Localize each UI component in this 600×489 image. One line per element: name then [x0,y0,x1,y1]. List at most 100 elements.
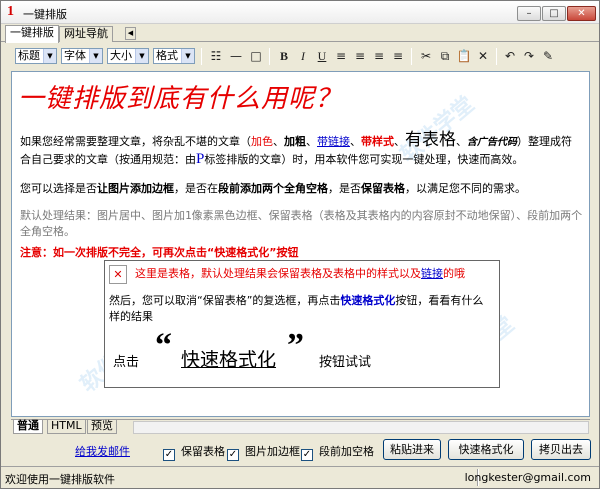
text: 、 [394,135,405,148]
bold-button[interactable]: B [275,48,293,65]
underline-button[interactable]: U [313,48,331,65]
close-button[interactable]: ✕ [567,6,596,21]
tab-one-click-format[interactable]: 一键排版 [5,25,59,43]
tab-scroll-left-icon[interactable]: ◀ [125,27,136,40]
size-select[interactable]: 大小 ▼ [107,48,149,64]
delete-icon[interactable]: ✕ [474,48,492,65]
paste-in-button[interactable]: 粘贴进来 [383,439,441,460]
text: 然后，您可以取消“保留表格”的复选框，再点击 [109,294,341,307]
checkmark-icon: ✓ [227,449,239,461]
copy-icon[interactable]: ⧉ [436,48,454,65]
close-icon: ✕ [577,8,586,19]
toolbar-divider [496,48,497,65]
align-right-icon[interactable]: ≡ [370,48,388,65]
italic-button[interactable]: I [294,48,312,65]
text: 这里是表格，默认处理结果会保留表格及表格中的样式以及 [135,267,421,280]
table-link[interactable]: 链接 [421,267,443,280]
font-select-label: 字体 [64,49,86,62]
bold-text: 保留表格 [361,182,405,195]
note-text: 注意：如一次排版不完全，可再次点击“快速格式化”按钮 [20,246,299,259]
horizontal-scrollbar[interactable] [133,421,589,434]
image-border-checkbox[interactable]: ✓ 图片加边框 [227,443,300,461]
align-center-icon[interactable]: ≡ [351,48,369,65]
sample-table: ✕ 这里是表格，默认处理结果会保留表格及表格中的样式以及链接的哦 然后，您可以取… [104,260,500,388]
size-select-label: 大小 [110,49,132,62]
format-toolbar: 标题 ▼ 字体 ▼ 大小 ▼ 格式 ▼ ☷ — □ B I U ≡ ≡ ≡ ≡ ✂ ⧉ … [11,45,591,67]
copy-out-button[interactable]: 拷贝出去 [531,439,591,460]
cut-icon[interactable]: ✂ [417,48,435,65]
table-line-2: 然后，您可以取消“保留表格”的复选框，再点击快速格式化按钮，看看有什么样的结果 [109,293,493,325]
red-text: 加色 [251,135,273,148]
toolbar-divider [411,48,412,65]
horizontal-rule-icon[interactable]: — [227,48,245,65]
ad-code-text: 含广告代码 [467,137,517,148]
title-bar: 1 一键排版 – □ ✕ [1,1,599,24]
link-text[interactable]: 带链接 [317,135,350,148]
checkbox-label: 段前加空格 [319,445,374,458]
bold-text: 段前添加两个全角空格 [218,182,328,195]
font-select[interactable]: 字体 ▼ [61,48,103,64]
tab-url-nav[interactable]: 网址导航 [59,26,113,42]
broken-image-icon: ✕ [109,265,127,284]
quick-format-button[interactable]: 快速格式化 [448,439,524,460]
text: 您可以选择是否 [20,182,97,195]
style-select[interactable]: 格式 ▼ [153,48,195,64]
editor-heading: 一键排版到底有什么用呢？ [18,84,343,113]
click-prefix: 点击 [113,355,140,370]
maximize-button[interactable]: □ [542,6,566,21]
checkmark-icon: ✓ [301,449,313,461]
quick-format-big: 快速格式化 [181,349,277,371]
app-icon: 1 [7,4,14,19]
text: 的哦 [443,267,465,280]
toolbar-divider [201,48,202,65]
mail-link[interactable]: 给我发邮件 [75,443,130,459]
text: 、 [273,135,284,148]
quote-close: ” [287,327,304,364]
tab-normal[interactable]: 普通 [13,420,43,434]
large-text: 有表格 [405,130,456,150]
window-title: 一键排版 [23,8,67,21]
box-icon[interactable]: □ [247,48,265,65]
text: 标签排版的文章）时，用本软件您可实现一键处理，快速而高效。 [204,153,524,166]
special-char-icon[interactable]: ☷ [207,48,225,65]
chevron-down-icon: ▼ [181,49,194,63]
text: ，是否在 [174,182,218,195]
text: ，是否 [328,182,361,195]
tab-html[interactable]: HTML [47,420,86,434]
paste-icon[interactable]: 📋 [455,48,473,65]
text: 如果您经常需要整理文章，将杂乱不堪的文章（ [20,135,251,148]
checkmark-icon: ✓ [163,449,175,461]
keep-table-checkbox[interactable]: ✓ 保留表格 [163,443,225,461]
text: 、 [350,135,361,148]
styled-text: 带样式 [361,135,394,148]
text: ，以满足您不同的需求。 [405,182,526,195]
align-left-icon[interactable]: ≡ [332,48,350,65]
style-select-label: 格式 [156,49,178,62]
tab-preview[interactable]: 预览 [87,420,117,434]
options-paragraph: 您可以选择是否让图片添加边框，是否在段前添加两个全角空格，是否保留表格，以满足您… [20,180,580,197]
indent-checkbox[interactable]: ✓ 段前加空格 [301,443,374,461]
toolbar-divider [269,48,270,65]
status-bar: 欢迎使用一键排版软件 longkester@gmail.com [1,466,599,488]
quote-open: “ [155,327,172,364]
top-tab-bar: 一键排版 网址导航 ◀ [1,24,599,43]
chevron-down-icon: ▼ [135,49,148,63]
maximize-icon: □ [549,8,559,19]
heading-select-label: 标题 [18,49,40,62]
minimize-button[interactable]: – [517,6,541,21]
heading-select[interactable]: 标题 ▼ [15,48,57,64]
status-message: 欢迎使用一键排版软件 [5,473,115,486]
minimize-icon: – [526,8,532,19]
redo-icon[interactable]: ↷ [520,48,538,65]
checkbox-label: 图片加边框 [245,445,300,458]
justify-icon[interactable]: ≡ [389,48,407,65]
chevron-down-icon: ▼ [43,49,56,63]
edit-icon[interactable]: ✎ [539,48,557,65]
text: 、 [306,135,317,148]
default-result-text: 默认处理结果：图片居中、图片加1像素黑色边框、保留表格（表格及其表格内的内容原封… [20,209,583,238]
click-suffix: 按钮试试 [319,355,372,370]
checkbox-label: 保留表格 [181,445,225,458]
undo-icon[interactable]: ↶ [501,48,519,65]
bold-text: 加粗 [284,135,306,148]
editor-area[interactable]: 软件学堂 软件学堂 软件学堂 一键排版到底有什么用呢？ 如果您经常需要整理文章，… [11,71,590,417]
